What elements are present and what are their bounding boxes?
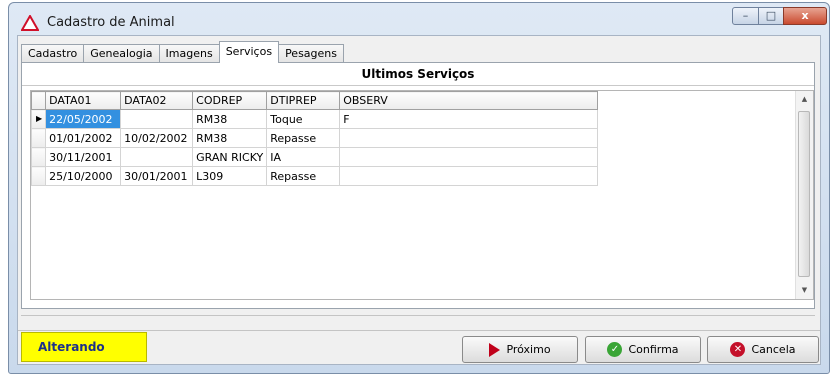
table-cell[interactable] <box>339 166 599 186</box>
mode-status-badge: Alterando <box>21 332 147 362</box>
tab-imagens[interactable]: Imagens <box>158 44 220 63</box>
table-cell[interactable]: 25/10/2000 <box>45 166 122 186</box>
column-header-observ[interactable]: OBSERV <box>339 91 599 110</box>
table-cell[interactable]: GRAN RICKY <box>192 147 268 167</box>
services-grid[interactable]: DATA01 DATA02 CODREP DTIPREP OBSERV ▶ 22… <box>30 90 814 300</box>
servicos-panel: Ultimos Serviços DATA01 DATA02 CODREP DT… <box>21 62 815 309</box>
column-header-data01[interactable]: DATA01 <box>45 91 122 110</box>
warning-triangle-icon <box>21 15 39 31</box>
header-row: DATA01 DATA02 CODREP DTIPREP OBSERV <box>30 91 599 110</box>
tab-pesagens[interactable]: Pesagens <box>278 44 344 63</box>
table-cell[interactable]: RM38 <box>192 128 268 148</box>
table-cell[interactable]: IA <box>266 147 341 167</box>
title-bar[interactable]: Cadastro de Animal – □ x <box>9 3 829 39</box>
row-indicator-header <box>30 91 47 110</box>
cancel-button[interactable]: ✕ Cancela <box>707 336 819 363</box>
play-arrow-icon <box>489 342 501 357</box>
tab-cadastro[interactable]: Cadastro <box>21 44 85 63</box>
table-cell[interactable]: Toque <box>266 109 341 129</box>
tab-genealogia[interactable]: Genealogia <box>83 44 160 63</box>
minimize-button[interactable]: – <box>732 7 759 25</box>
panel-title: Ultimos Serviços <box>22 63 814 86</box>
table-cell[interactable]: 10/02/2002 <box>120 128 194 148</box>
table-cell[interactable]: 30/11/2001 <box>45 147 122 167</box>
next-button[interactable]: Próximo <box>462 336 578 363</box>
row-indicator <box>30 147 47 167</box>
column-header-dtiprep[interactable]: DTIPREP <box>266 91 341 110</box>
app-window: Cadastro de Animal – □ x Cadastro Geneal… <box>8 2 830 374</box>
tab-strip: Cadastro Genealogia Imagens Serviços Pes… <box>21 41 344 63</box>
table-cell[interactable]: F <box>339 109 599 129</box>
column-header-codrep[interactable]: CODREP <box>192 91 268 110</box>
maximize-button[interactable]: □ <box>758 7 784 25</box>
table-row[interactable]: 30/11/2001 GRAN RICKY IA <box>30 147 599 167</box>
table-cell[interactable]: Repasse <box>266 166 341 186</box>
next-button-label: Próximo <box>506 343 551 356</box>
table-cell[interactable]: 01/01/2002 <box>45 128 122 148</box>
table-cell[interactable]: L309 <box>192 166 268 186</box>
confirm-button[interactable]: ✓ Confirma <box>585 336 701 363</box>
scroll-up-arrow-icon[interactable]: ▲ <box>796 91 813 108</box>
cancel-button-label: Cancela <box>751 343 796 356</box>
table-cell[interactable]: 30/01/2001 <box>120 166 194 186</box>
vertical-scrollbar[interactable]: ▲ ▼ <box>795 91 813 299</box>
x-circle-icon: ✕ <box>730 342 746 357</box>
services-table: DATA01 DATA02 CODREP DTIPREP OBSERV ▶ 22… <box>30 91 599 186</box>
check-circle-icon: ✓ <box>607 342 623 357</box>
scroll-down-arrow-icon[interactable]: ▼ <box>796 282 813 299</box>
scrollbar-thumb[interactable] <box>798 111 810 277</box>
table-cell[interactable]: Repasse <box>266 128 341 148</box>
tab-servicos[interactable]: Serviços <box>218 41 280 63</box>
table-cell[interactable] <box>120 147 194 167</box>
confirm-button-label: Confirma <box>628 343 679 356</box>
table-cell[interactable] <box>120 109 194 129</box>
separator <box>21 315 815 324</box>
table-cell[interactable]: RM38 <box>192 109 268 129</box>
table-cell[interactable] <box>339 128 599 148</box>
column-header-data02[interactable]: DATA02 <box>120 91 194 110</box>
table-row[interactable]: 01/01/2002 10/02/2002 RM38 Repasse <box>30 128 599 148</box>
close-button[interactable]: x <box>783 7 827 25</box>
footer-bar: Alterando Próximo ✓ Confirma ✕ Cancela <box>18 330 820 365</box>
client-area: Cadastro Genealogia Imagens Serviços Pes… <box>17 35 821 365</box>
window-title: Cadastro de Animal <box>47 15 175 30</box>
current-row-indicator-icon: ▶ <box>30 109 47 129</box>
table-row[interactable]: ▶ 22/05/2002 RM38 Toque F <box>30 109 599 129</box>
table-cell[interactable] <box>339 147 599 167</box>
table-cell[interactable]: 22/05/2002 <box>45 109 122 129</box>
row-indicator <box>30 166 47 186</box>
table-row[interactable]: 25/10/2000 30/01/2001 L309 Repasse <box>30 166 599 186</box>
row-indicator <box>30 128 47 148</box>
